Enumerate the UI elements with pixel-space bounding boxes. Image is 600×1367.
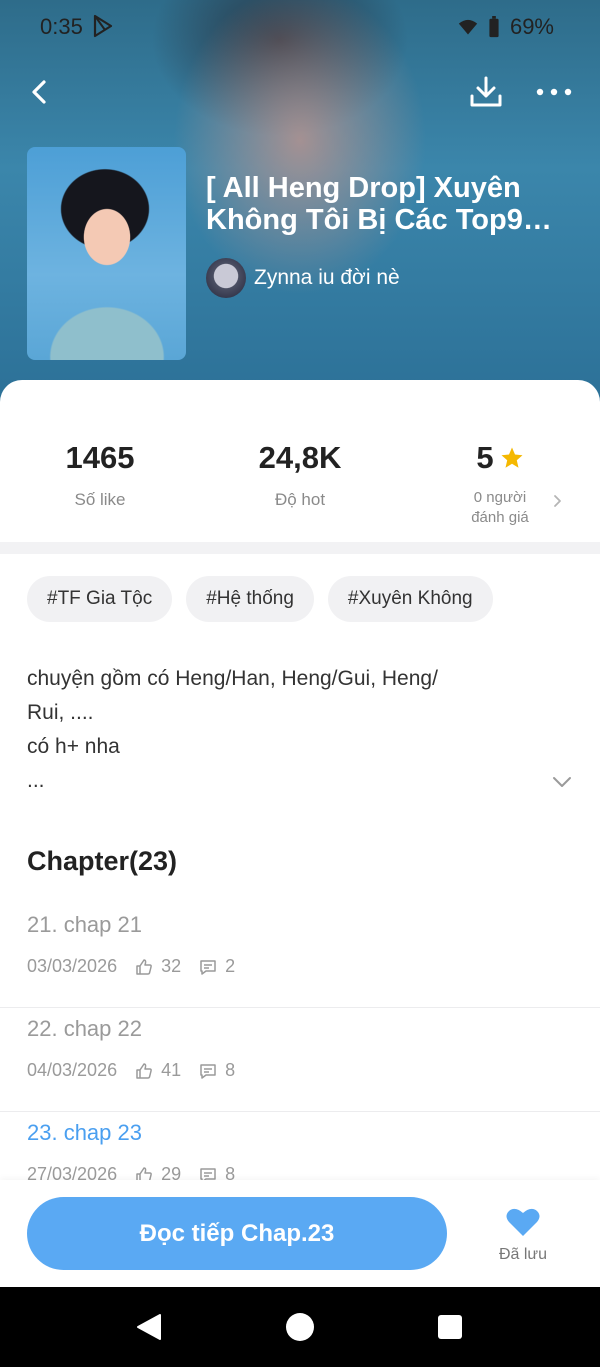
stats-row: 1465 Số like 24,8K Độ hot 5 0 người đánh… — [0, 440, 600, 530]
description-line: Rui, .... — [27, 701, 94, 724]
description-line: có h+ nha — [27, 735, 120, 758]
chapter-name: 22. chap 22 — [27, 1016, 142, 1041]
status-time: 0:35 — [40, 14, 83, 39]
likes-count: 1465 — [65, 440, 135, 475]
more-options-button[interactable] — [534, 80, 574, 104]
play-store-icon — [93, 14, 113, 38]
story-header: 0:35 69% [ All Heng Drop] Xuyên Không Tô… — [0, 0, 600, 420]
tag-list: #TF Gia Tộc #Hệ thống #Xuyên Không — [27, 576, 493, 622]
rating-value-row: 5 — [400, 440, 600, 476]
nav-back-icon[interactable] — [134, 1311, 166, 1343]
chapters-heading: Chapter(23) — [27, 846, 178, 876]
battery-icon — [489, 16, 499, 38]
download-button[interactable] — [466, 72, 506, 112]
description-line: ... — [27, 769, 45, 792]
continue-reading-button[interactable]: Đọc tiếp Chap.23 — [27, 1197, 447, 1270]
thumbs-up-icon — [136, 1062, 152, 1079]
chapter-item[interactable]: 21. chap 21 03/03/2026 32 2 — [0, 904, 600, 1008]
author-link[interactable]: Zynna iu đời nè — [206, 258, 400, 298]
chapter-date: 03/03/2026 — [27, 956, 118, 976]
section-divider — [0, 542, 600, 554]
hot-label: Độ hot — [274, 490, 326, 509]
thumbs-up-icon — [136, 958, 152, 975]
nav-recents-icon[interactable] — [438, 1315, 462, 1339]
saved-label: Đã lưu — [498, 1246, 548, 1263]
story-title: [ All Heng Drop] Xuyên Không Tôi Bị Các … — [206, 172, 523, 236]
stat-likes: 1465 Số like — [0, 440, 200, 510]
stat-rating[interactable]: 5 0 người đánh giá — [400, 440, 600, 528]
chapter-likes: 41 — [161, 1060, 182, 1080]
comment-icon — [200, 1063, 216, 1079]
comment-icon — [200, 959, 216, 975]
chapter-name: 21. chap 21 — [27, 912, 142, 937]
chapter-item[interactable]: 22. chap 22 04/03/2026 41 8 — [0, 1008, 600, 1112]
tag-chip[interactable]: #Xuyên Không — [327, 576, 493, 622]
system-navigation-bar — [0, 1287, 600, 1367]
rating-label-line1: 0 người — [473, 489, 527, 506]
chapter-likes: 32 — [161, 956, 182, 976]
bottom-action-bar: Đọc tiếp Chap.23 Đã lưu — [0, 1180, 600, 1287]
status-bar: 0:35 69% — [0, 0, 600, 56]
wifi-icon — [458, 19, 478, 35]
chapter-comments: 2 — [225, 956, 236, 976]
chapter-list: 21. chap 21 03/03/2026 32 2 22. chap 22 … — [0, 904, 600, 1216]
status-icons: 69% — [458, 14, 554, 40]
story-description: chuyện gồm có Heng/Han, Heng/Gui, Heng/ … — [27, 662, 507, 798]
likes-label: Số like — [74, 490, 126, 509]
back-button[interactable] — [22, 74, 58, 110]
rating-label-line2: đánh giá — [471, 509, 529, 526]
tag-chip[interactable]: #TF Gia Tộc — [27, 576, 173, 622]
author-name: Zynna iu đời nè — [254, 266, 400, 289]
chapter-meta: 04/03/2026 41 8 — [27, 1060, 235, 1081]
hot-count: 24,8K — [258, 440, 342, 475]
battery-level: 69% — [509, 14, 554, 39]
chapter-date: 04/03/2026 — [27, 1060, 118, 1080]
stat-hot: 24,8K Độ hot — [200, 440, 400, 510]
chapter-name: 23. chap 23 — [27, 1120, 142, 1145]
author-avatar — [206, 258, 246, 298]
description-line: chuyện gồm có Heng/Han, Heng/Gui, Heng/ — [27, 667, 438, 690]
chevron-down-icon[interactable] — [550, 772, 574, 792]
story-cover-image — [27, 147, 186, 360]
tag-chip[interactable]: #Hệ thống — [186, 576, 314, 622]
heart-icon — [506, 1208, 540, 1236]
saved-button[interactable]: Đã lưu — [490, 1202, 556, 1266]
rating-value: 5 — [476, 440, 494, 475]
chevron-right-icon[interactable] — [548, 492, 566, 510]
rating-label: 0 người đánh giá — [400, 488, 600, 528]
nav-home-icon[interactable] — [286, 1313, 314, 1341]
star-icon — [501, 447, 523, 468]
chapter-comments: 8 — [225, 1060, 236, 1080]
chapter-meta: 03/03/2026 32 2 — [27, 956, 235, 977]
